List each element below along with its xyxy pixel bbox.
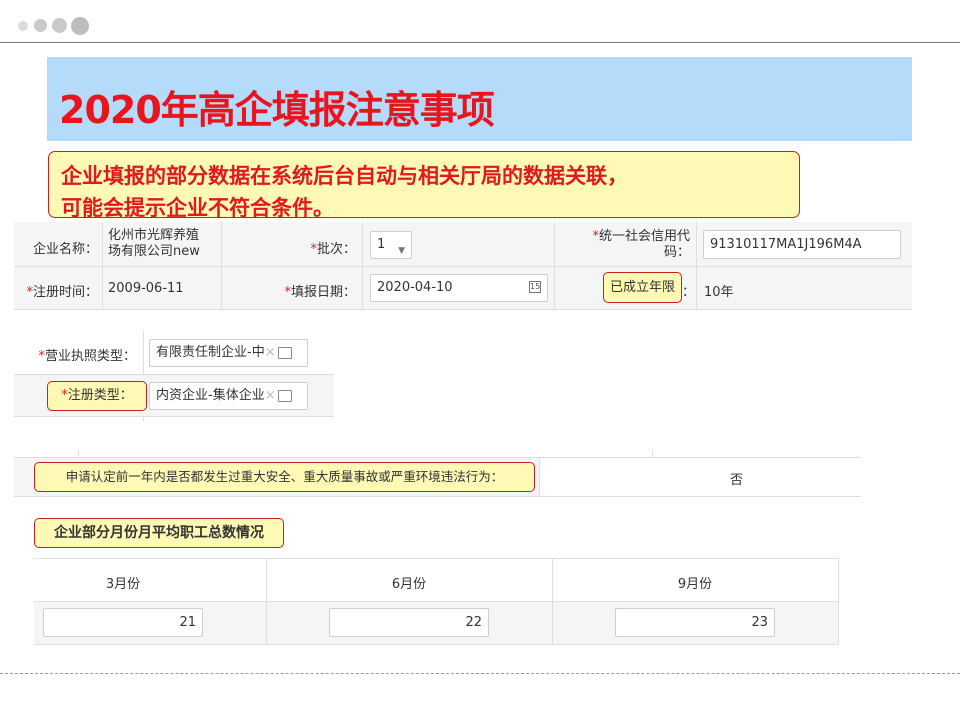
row-divider (14, 266, 912, 267)
batch-select[interactable]: 1 ▼ (370, 231, 412, 259)
col-divider (554, 222, 555, 309)
folder-icon[interactable] (277, 346, 292, 359)
row-divider (14, 374, 334, 375)
reg-type-select[interactable]: 内资企业-集体企业× (149, 382, 308, 410)
dot-4 (71, 17, 89, 35)
dot-3 (52, 18, 67, 33)
notice-line-2: 可能会提示企业不符合条件。 (61, 196, 334, 218)
row-divider-bottom (14, 309, 912, 310)
credit-code-label-line-2: 码： (663, 245, 690, 260)
employee-section-heading: 企业部分月份月平均职工总数情况 (34, 518, 284, 548)
page-title: 2020年高企填报注意事项 (59, 88, 495, 132)
col-divider (102, 222, 103, 309)
notice-box: 企业填报的部分数据在系统后台自动与相关厅局的数据关联， 可能会提示企业不符合条件… (48, 151, 800, 218)
chevron-down-icon: ▼ (398, 246, 405, 256)
years-established-value: 10年 (704, 285, 734, 300)
clear-icon[interactable]: × (265, 388, 276, 403)
credit-code-input[interactable]: 91310117MA1J196M4A (703, 230, 901, 259)
col-divider (552, 558, 553, 644)
notice-line-1: 企业填报的部分数据在系统后台自动与相关厅局的数据关联， (61, 164, 628, 188)
reg-type-value: 内资企业-集体企业 (156, 388, 265, 403)
folder-icon[interactable] (277, 389, 292, 402)
col-divider (221, 222, 222, 309)
credit-code-label-line-1: 统一社会信用代 (598, 229, 690, 244)
company-name-line-1: 化州市光辉养殖 (108, 228, 200, 243)
row-divider (14, 496, 861, 497)
top-divider (0, 42, 960, 43)
years-established-label: 已成立年限 (603, 272, 682, 303)
employees-june-input[interactable]: 22 (329, 608, 489, 637)
col-divider (539, 458, 540, 496)
fill-date-label-text: 填报日期： (290, 285, 356, 300)
fill-date-label: *填报日期： (230, 281, 356, 300)
license-type-label: *营业执照类型： (14, 345, 136, 364)
reg-type-label-text: 注册类型： (67, 388, 133, 403)
company-name-value: 化州市光辉养殖 场有限公司new (108, 228, 200, 260)
reg-time-label-text: 注册时间： (32, 285, 98, 300)
reg-time-value: 2009-06-11 (108, 281, 184, 296)
row-divider (34, 601, 838, 602)
batch-label: *批次： (260, 238, 356, 257)
dot-1 (18, 21, 28, 31)
column-header-june: 6月份 (391, 577, 427, 592)
license-type-select[interactable]: 有限责任制企业-中× (149, 339, 308, 367)
batch-select-value: 1 (377, 237, 386, 252)
col-divider (362, 222, 363, 309)
row-divider (14, 416, 334, 417)
batch-label-text: 批次： (316, 242, 356, 257)
title-banner: 2020年高企填报注意事项 (47, 57, 912, 141)
credit-code-label: *统一社会信用代 码： (560, 229, 690, 261)
bottom-divider (0, 673, 960, 674)
table-top-border (34, 558, 838, 559)
safety-answer-cell (539, 458, 861, 496)
company-name-line-2: 场有限公司new (108, 244, 200, 259)
fill-date-input[interactable]: 2020-04-10 15 (370, 274, 548, 302)
company-name-label: 企业名称： (32, 242, 98, 257)
fill-date-value: 2020-04-10 (377, 280, 453, 295)
clear-icon[interactable]: × (265, 345, 276, 360)
col-divider (266, 558, 267, 644)
employees-september-input[interactable]: 23 (615, 608, 775, 637)
license-type-label-text: 营业执照类型： (44, 349, 136, 364)
reg-time-label: *注册时间： (14, 281, 98, 300)
years-colon: ： (682, 285, 696, 300)
column-header-march: 3月份 (105, 577, 141, 592)
safety-answer: 否 (730, 473, 744, 488)
column-header-september: 9月份 (677, 577, 713, 592)
reg-type-label: *注册类型： (47, 381, 147, 411)
license-type-value: 有限责任制企业-中 (156, 345, 265, 360)
dot-2 (34, 19, 47, 32)
col-divider (838, 558, 839, 644)
col-divider (696, 222, 697, 309)
safety-question: 申请认定前一年内是否都发生过重大安全、重大质量事故或严重环境违法行为： (34, 462, 535, 492)
window-dots (18, 16, 98, 38)
calendar-icon[interactable]: 15 (529, 281, 541, 293)
employees-march-input[interactable]: 21 (43, 608, 203, 637)
row-divider (34, 644, 838, 645)
